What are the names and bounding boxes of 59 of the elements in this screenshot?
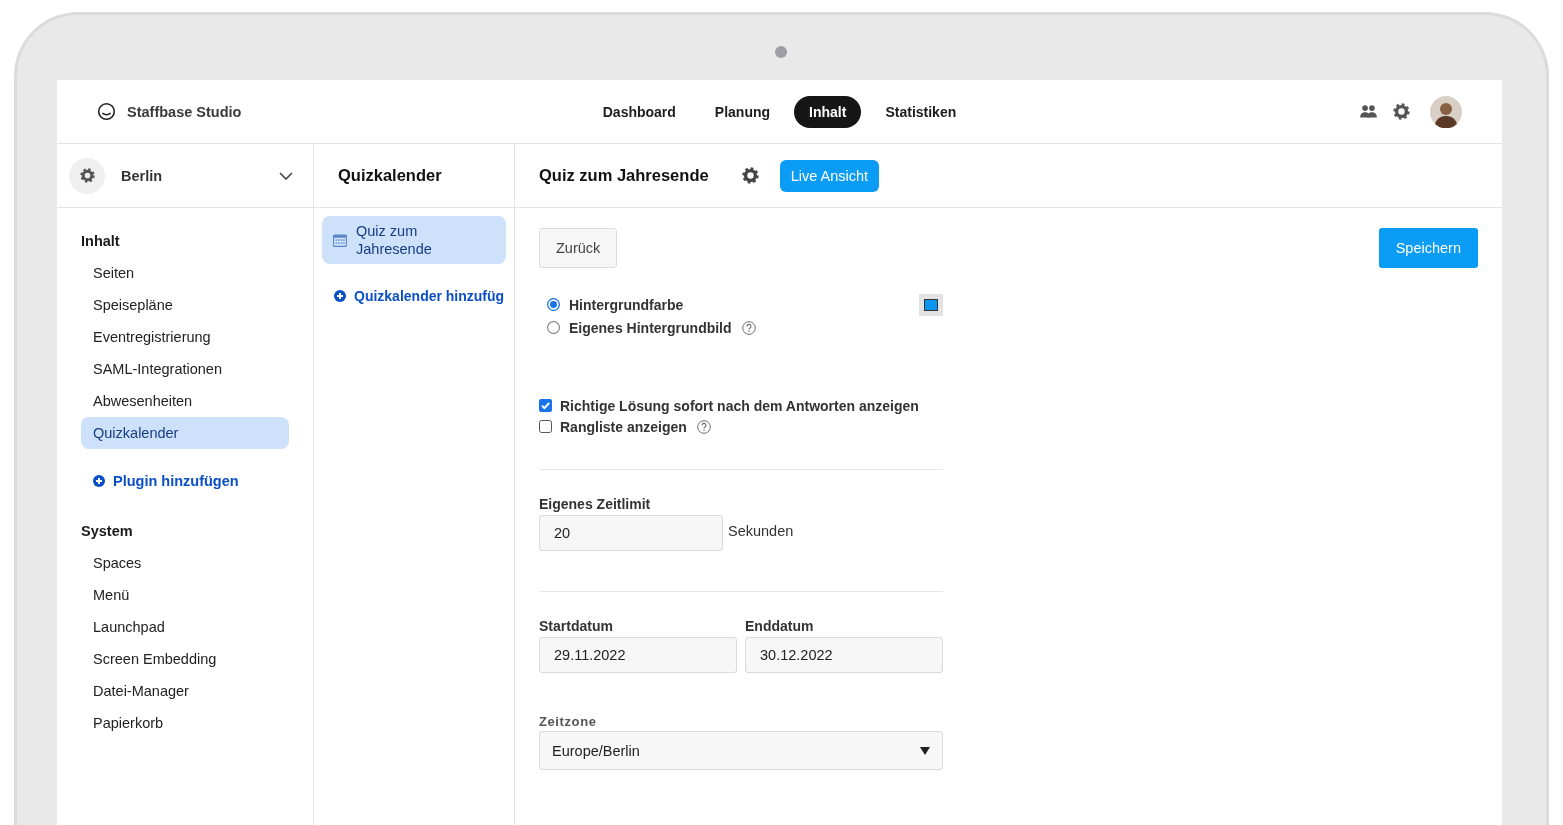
column-title: Quizkalender bbox=[338, 166, 442, 185]
help-icon[interactable] bbox=[696, 419, 711, 434]
date-input[interactable]: 29.11.2022 bbox=[539, 637, 737, 673]
section-heading: System bbox=[81, 522, 134, 541]
checkbox-label: Rangliste anzeigen bbox=[560, 418, 687, 435]
checkbox-label: Richtige Lösung sofort nach dem Antworten anzeigen bbox=[560, 397, 919, 414]
radio-button[interactable] bbox=[547, 298, 560, 311]
radio-label: Eigenes Hintergrundbild bbox=[569, 319, 732, 336]
avatar-icon[interactable] bbox=[1430, 95, 1462, 128]
nav-tab[interactable]: Inhalt bbox=[794, 95, 862, 128]
add-plugin-link[interactable]: Plugin hinzufügen bbox=[113, 473, 239, 489]
quiz-title: Quiz zum Jahresende bbox=[539, 166, 709, 185]
sidebar-item[interactable]: Papierkorb bbox=[81, 707, 289, 739]
sidebar-item[interactable]: Eventregistrierung bbox=[81, 321, 289, 353]
unit-label: Sekunden bbox=[728, 523, 794, 539]
sidebar-item[interactable]: SAML-Integrationen bbox=[81, 353, 289, 385]
calendar-icon bbox=[333, 233, 347, 247]
settings-icon[interactable] bbox=[741, 167, 759, 184]
checkbox[interactable] bbox=[539, 399, 552, 412]
app-name: Staffbase Studio bbox=[127, 103, 242, 120]
sidebar-item[interactable]: Launchpad bbox=[81, 611, 289, 643]
nav-tab[interactable]: Dashboard bbox=[587, 95, 691, 128]
add-icon bbox=[93, 475, 105, 487]
field-label: Startdatum bbox=[539, 617, 614, 636]
sidebar-item[interactable]: Speisepläne bbox=[81, 289, 289, 321]
radio-label: Hintergrundfarbe bbox=[569, 296, 684, 313]
field-label: Eigenes Zeitlimit bbox=[539, 495, 652, 514]
nav-tab[interactable]: Statistiken bbox=[870, 95, 972, 128]
quiz-title: Quiz zum Jahresende bbox=[356, 222, 433, 258]
sidebar-item[interactable]: Quizkalender bbox=[81, 417, 289, 449]
time-limit-input[interactable]: 20 bbox=[539, 515, 723, 551]
add-quiz-calendar-link[interactable]: Quizkalender hinzufüg bbox=[354, 288, 505, 304]
space-dropdown[interactable]: Berlin bbox=[121, 157, 293, 194]
sidebar-item[interactable]: Spaces bbox=[81, 547, 289, 579]
sidebar-item[interactable]: Datei-Manager bbox=[81, 675, 289, 707]
help-icon[interactable] bbox=[741, 320, 756, 335]
sidebar-item[interactable]: Menü bbox=[81, 579, 289, 611]
sidebar-item[interactable]: Abwesenheiten bbox=[81, 385, 289, 417]
sidebar-item[interactable]: Screen Embedding bbox=[81, 643, 289, 675]
date-input[interactable]: 30.12.2022 bbox=[745, 637, 943, 673]
field-label: Enddatum bbox=[745, 617, 815, 636]
logo-icon bbox=[97, 102, 116, 121]
field-label: Zeitzone bbox=[539, 713, 598, 731]
color-swatch-icon[interactable] bbox=[919, 293, 943, 316]
quiz-list-item[interactable]: Quiz zum Jahresende bbox=[322, 216, 506, 264]
nav-tab[interactable]: Planung bbox=[699, 95, 786, 128]
settings-icon[interactable] bbox=[69, 157, 105, 194]
people-icon[interactable] bbox=[1360, 105, 1377, 118]
section-heading: Inhalt bbox=[81, 232, 121, 251]
add-icon bbox=[334, 290, 346, 302]
checkbox[interactable] bbox=[539, 420, 552, 433]
chevron-down-icon bbox=[279, 171, 293, 180]
radio-button[interactable] bbox=[547, 321, 560, 334]
sidebar-item[interactable]: Seiten bbox=[81, 257, 289, 289]
back-button[interactable]: Zurück bbox=[539, 228, 618, 268]
caret-icon bbox=[920, 746, 930, 755]
settings-icon[interactable] bbox=[1393, 103, 1410, 120]
camera-icon bbox=[775, 45, 787, 58]
timezone-select[interactable]: Europe/Berlin bbox=[539, 731, 943, 770]
